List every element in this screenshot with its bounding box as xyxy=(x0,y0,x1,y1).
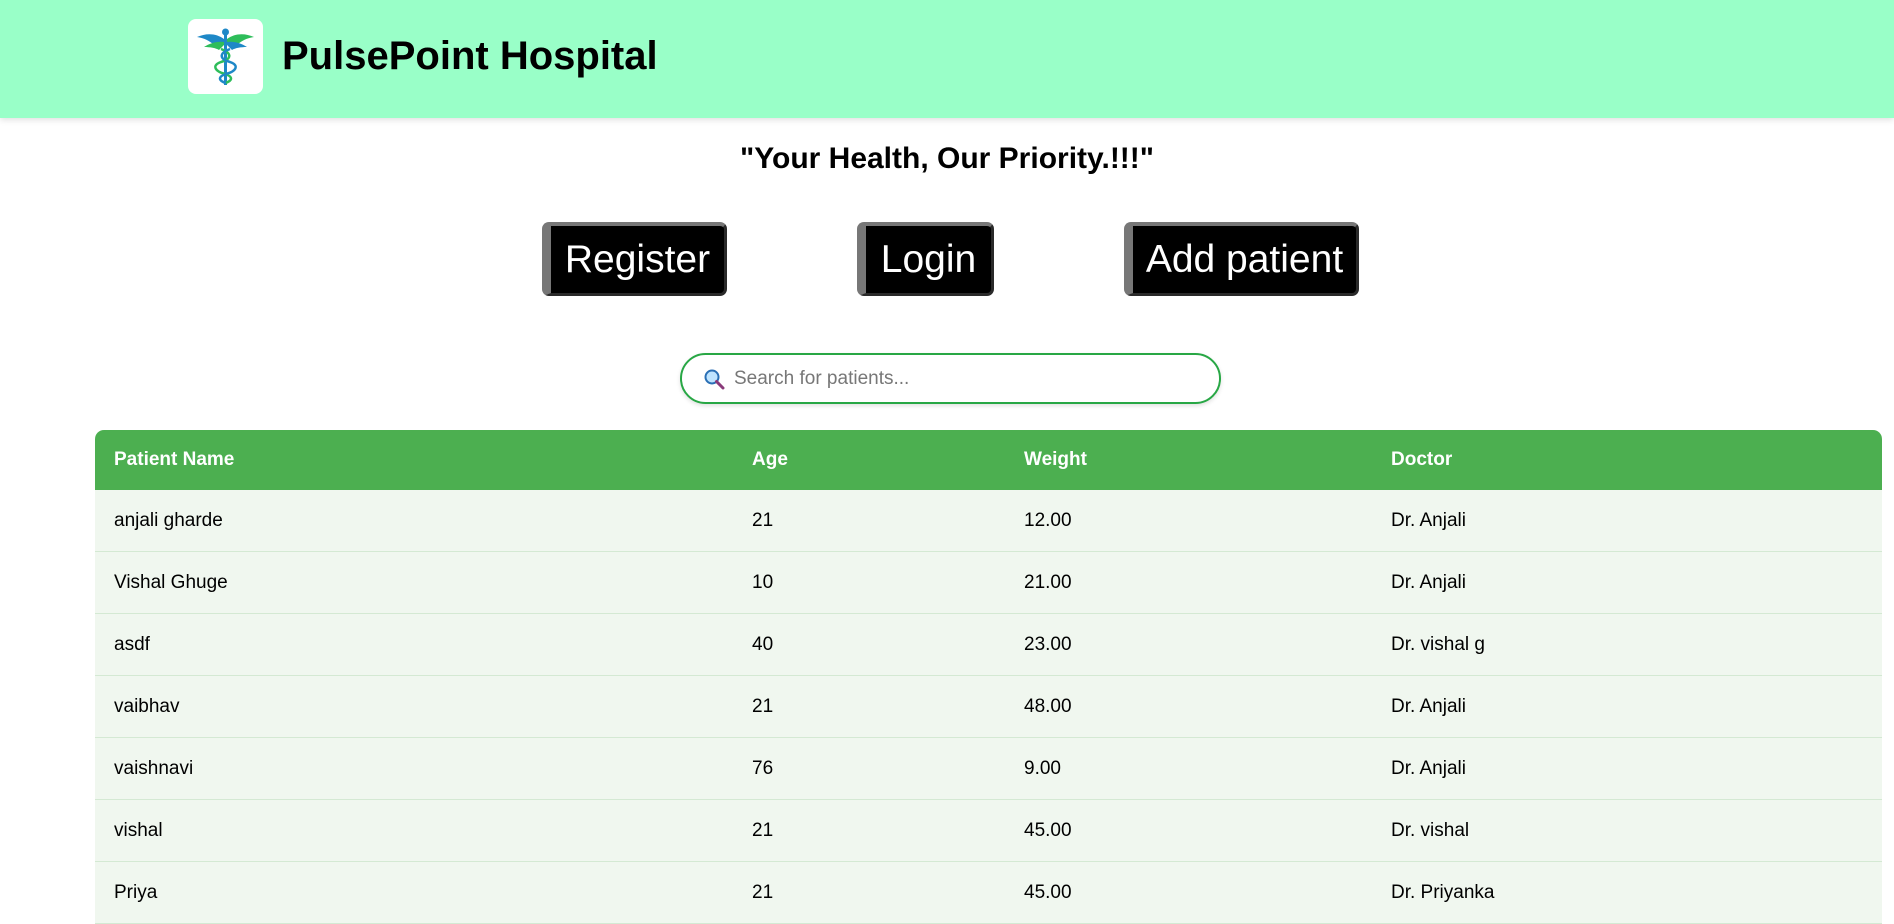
table-row[interactable]: vishal 21 45.00 Dr. vishal xyxy=(95,799,1882,862)
cell-weight: 48.00 xyxy=(1005,675,1372,738)
cell-patient-name: vaibhav xyxy=(95,675,733,738)
register-button[interactable]: Register xyxy=(542,222,727,296)
cell-doctor: Dr. Anjali xyxy=(1372,490,1882,552)
cell-weight: 45.00 xyxy=(1005,861,1372,924)
site-title: PulsePoint Hospital xyxy=(282,34,658,78)
cell-age: 21 xyxy=(733,799,1005,862)
table-row[interactable]: asdf 40 23.00 Dr. vishal g xyxy=(95,613,1882,676)
caduceus-icon xyxy=(197,28,254,85)
cell-age: 10 xyxy=(733,551,1005,614)
cell-age: 21 xyxy=(733,490,1005,552)
table-row[interactable]: vaishnavi 76 9.00 Dr. Anjali xyxy=(95,737,1882,800)
cell-weight: 21.00 xyxy=(1005,551,1372,614)
cell-patient-name: anjali gharde xyxy=(95,490,733,552)
cell-patient-name: vaishnavi xyxy=(95,737,733,800)
cell-weight: 12.00 xyxy=(1005,490,1372,552)
cell-weight: 23.00 xyxy=(1005,613,1372,676)
table-row[interactable]: Vishal Ghuge 10 21.00 Dr. Anjali xyxy=(95,551,1882,614)
cell-doctor: Dr. Anjali xyxy=(1372,737,1882,800)
column-header-patient-name[interactable]: Patient Name xyxy=(95,430,733,490)
cell-doctor: Dr. vishal g xyxy=(1372,613,1882,676)
cell-age: 21 xyxy=(733,675,1005,738)
cell-weight: 9.00 xyxy=(1005,737,1372,800)
cell-doctor: Dr. Priyanka xyxy=(1372,861,1882,924)
cell-patient-name: Vishal Ghuge xyxy=(95,551,733,614)
cell-patient-name: vishal xyxy=(95,799,733,862)
login-button[interactable]: Login xyxy=(857,222,994,296)
tagline: "Your Health, Our Priority.!!!" xyxy=(739,142,1155,175)
logo[interactable] xyxy=(188,19,263,94)
table-row[interactable]: Priya 21 45.00 Dr. Priyanka xyxy=(95,861,1882,924)
table-header-row: Patient Name Age Weight Doctor xyxy=(95,430,1882,490)
column-header-age[interactable]: Age xyxy=(733,430,1005,490)
site-header: PulsePoint Hospital xyxy=(0,0,1894,118)
cell-age: 76 xyxy=(733,737,1005,800)
cell-doctor: Dr. Anjali xyxy=(1372,675,1882,738)
add-patient-button[interactable]: Add patient xyxy=(1124,222,1359,296)
magnifier-icon xyxy=(704,369,725,390)
cell-doctor: Dr. Anjali xyxy=(1372,551,1882,614)
cell-age: 40 xyxy=(733,613,1005,676)
column-header-weight[interactable]: Weight xyxy=(1005,430,1372,490)
cell-weight: 45.00 xyxy=(1005,799,1372,862)
cell-patient-name: asdf xyxy=(95,613,733,676)
cell-age: 21 xyxy=(733,861,1005,924)
table-row[interactable]: anjali gharde 21 12.00 Dr. Anjali xyxy=(95,490,1882,552)
cell-doctor: Dr. vishal xyxy=(1372,799,1882,862)
search-box[interactable] xyxy=(680,353,1221,404)
search-input[interactable] xyxy=(734,363,1204,395)
patients-table: Patient Name Age Weight Doctor anjali gh… xyxy=(95,430,1882,924)
column-header-doctor[interactable]: Doctor xyxy=(1372,430,1882,490)
cell-patient-name: Priya xyxy=(95,861,733,924)
table-row[interactable]: vaibhav 21 48.00 Dr. Anjali xyxy=(95,675,1882,738)
